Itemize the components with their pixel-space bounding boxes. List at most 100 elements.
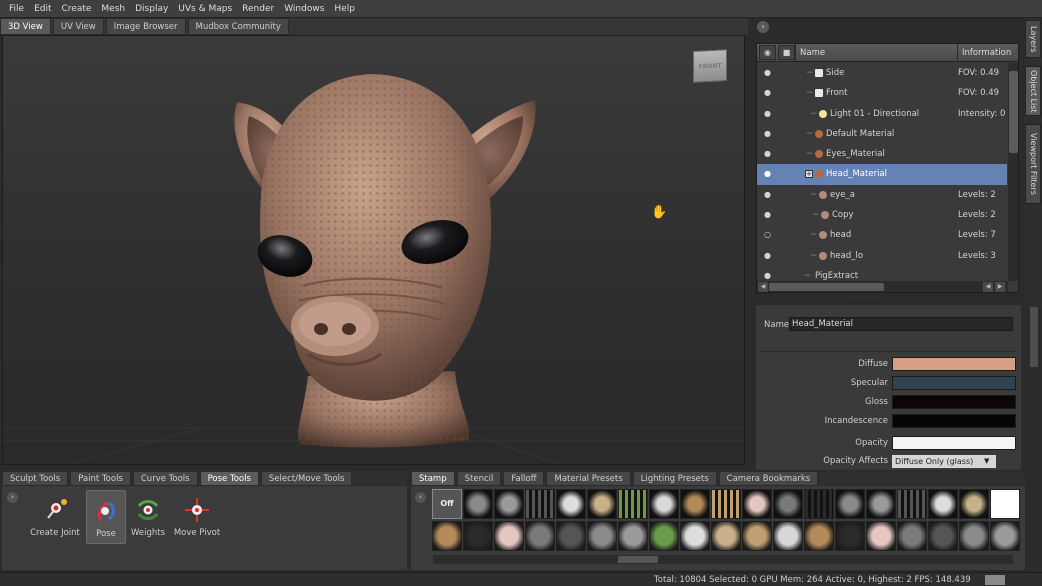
color-swatch[interactable]	[892, 414, 1016, 428]
menu-help[interactable]: Help	[329, 0, 360, 18]
object-list-vscrollbar[interactable]	[1008, 63, 1018, 281]
object-row[interactable]: ● ─ head_lo Levels: 3	[757, 246, 1007, 266]
collapse-tray-button[interactable]: ‹	[415, 492, 426, 503]
chevron-down-icon[interactable]: ▼	[984, 457, 989, 465]
color-swatch[interactable]	[892, 395, 1016, 409]
collapse-right-panel-button[interactable]: ›	[757, 21, 769, 33]
view-cube[interactable]: FRONT	[693, 49, 727, 83]
visibility-dot-icon[interactable]: ○	[764, 225, 771, 245]
tab-object-list[interactable]: Object List	[1025, 66, 1041, 116]
scroll-right-icon[interactable]: ▶	[995, 282, 1005, 292]
object-row[interactable]: ● ─ Front FOV: 0.49	[757, 83, 1007, 103]
stamp-thumbnail[interactable]	[866, 521, 896, 551]
stamp-thumbnail[interactable]	[587, 489, 617, 519]
pose-tool[interactable]: Pose	[86, 490, 126, 544]
menu-uvs-maps[interactable]: UVs & Maps	[173, 0, 237, 18]
stamp-thumbnail[interactable]	[587, 521, 617, 551]
stamp-thumbnail[interactable]	[866, 489, 896, 519]
stamp-thumbnail[interactable]	[897, 521, 927, 551]
stamp-thumbnail[interactable]	[773, 489, 803, 519]
stamp-thumbnail[interactable]	[742, 521, 772, 551]
stamp-thumbnail[interactable]	[525, 489, 555, 519]
collapse-tray-button[interactable]: ›	[7, 492, 18, 503]
tab-material-presets[interactable]: Material Presets	[546, 471, 631, 486]
color-swatch[interactable]	[892, 357, 1016, 371]
tab-curve-tools[interactable]: Curve Tools	[132, 471, 198, 486]
stamp-thumbnail[interactable]	[680, 521, 710, 551]
stamp-thumbnail[interactable]	[649, 521, 679, 551]
column-information[interactable]: Information	[957, 44, 1018, 62]
stamp-thumbnail[interactable]	[804, 489, 834, 519]
tab-select-move-tools[interactable]: Select/Move Tools	[260, 471, 353, 486]
tab-lighting-presets[interactable]: Lighting Presets	[632, 471, 717, 486]
visibility-dot-icon[interactable]: ●	[764, 164, 771, 184]
visibility-dot-icon[interactable]: ●	[764, 104, 771, 124]
stamp-thumbnail[interactable]	[990, 489, 1020, 519]
stamp-thumbnail[interactable]	[773, 521, 803, 551]
stamp-thumbnail[interactable]	[556, 489, 586, 519]
object-list-hscrollbar[interactable]: ◀ ◀ ▶	[757, 281, 1008, 292]
stamp-thumbnail[interactable]	[494, 489, 524, 519]
column-name[interactable]: Name	[795, 44, 957, 62]
stamp-thumbnail[interactable]	[618, 489, 648, 519]
stamp-thumbnail[interactable]	[959, 521, 989, 551]
opacity-affects-dropdown[interactable]: Diffuse Only (glass)	[892, 455, 996, 468]
object-row[interactable]: ● ─ Light 01 - Directional Intensity: 0.	[757, 104, 1007, 124]
tab-falloff[interactable]: Falloff	[503, 471, 545, 486]
tab-viewport-filters[interactable]: Viewport Filters	[1025, 124, 1041, 204]
menu-file[interactable]: File	[4, 0, 29, 18]
move-pivot-tool[interactable]: Move Pivot	[170, 490, 224, 544]
tab-pose-tools[interactable]: Pose Tools	[199, 471, 259, 486]
stamp-thumbnail[interactable]	[649, 489, 679, 519]
stamp-thumbnail[interactable]	[835, 489, 865, 519]
stamp-thumbnail[interactable]	[928, 489, 958, 519]
weights-tool[interactable]: Weights	[128, 490, 168, 544]
stamp-thumbnail[interactable]	[711, 489, 741, 519]
menu-edit[interactable]: Edit	[29, 0, 56, 18]
stamp-thumbnail[interactable]	[897, 489, 927, 519]
stamp-thumbnail[interactable]	[835, 521, 865, 551]
name-field[interactable]: Head_Material	[789, 317, 1013, 331]
stamp-thumbnail[interactable]	[680, 489, 710, 519]
stamp-thumbnail[interactable]	[494, 521, 524, 551]
object-row[interactable]: ●─+Head_Material	[757, 164, 1007, 185]
menu-mesh[interactable]: Mesh	[96, 0, 130, 18]
stamp-thumbnail[interactable]	[990, 521, 1020, 551]
stamp-thumbnail[interactable]	[432, 521, 462, 551]
create-joint-tool[interactable]: Create Joint	[28, 490, 82, 544]
color-swatch[interactable]	[892, 436, 1016, 450]
tab-3d-view[interactable]: 3D View	[0, 18, 51, 35]
menu-windows[interactable]: Windows	[279, 0, 329, 18]
tab-layers[interactable]: Layers	[1025, 20, 1041, 58]
tab-image-browser[interactable]: Image Browser	[105, 18, 186, 35]
3d-viewport[interactable]: FRONT ✋	[2, 35, 745, 465]
menu-create[interactable]: Create	[57, 0, 97, 18]
stamp-thumbnail[interactable]	[804, 521, 834, 551]
tab-camera-bookmarks[interactable]: Camera Bookmarks	[718, 471, 819, 486]
stamp-scrollbar[interactable]	[433, 555, 1013, 564]
visibility-dot-icon[interactable]: ●	[764, 185, 771, 205]
color-swatch[interactable]	[892, 376, 1016, 390]
object-row[interactable]: ○ ─ head Levels: 7	[757, 225, 1007, 245]
scroll-left-icon[interactable]: ◀	[758, 282, 768, 292]
object-row[interactable]: ● ─ Side FOV: 0.49	[757, 63, 1007, 83]
expand-icon[interactable]: +	[805, 170, 813, 179]
object-row[interactable]: ● ─ Copy Levels: 2	[757, 205, 1007, 225]
visibility-dot-icon[interactable]: ●	[764, 83, 771, 103]
eye-visibility-icon[interactable]: ◉	[759, 45, 776, 60]
stamp-thumbnail[interactable]	[463, 489, 493, 519]
stamp-thumbnail[interactable]	[711, 521, 741, 551]
panel-splitter[interactable]: · · · · · · · · · ·	[828, 296, 898, 302]
stamp-thumbnail[interactable]	[525, 521, 555, 551]
scroll-left-icon[interactable]: ◀	[983, 282, 993, 292]
stamp-off-button[interactable]: Off	[432, 489, 462, 519]
tab-paint-tools[interactable]: Paint Tools	[70, 471, 131, 486]
tab-sculpt-tools[interactable]: Sculpt Tools	[2, 471, 69, 486]
lock-icon[interactable]: ■	[778, 45, 795, 60]
stamp-thumbnail[interactable]	[556, 521, 586, 551]
menu-display[interactable]: Display	[130, 0, 173, 18]
visibility-dot-icon[interactable]: ●	[764, 246, 771, 266]
object-row[interactable]: ● ─ Default Material	[757, 124, 1007, 144]
stamp-thumbnail[interactable]	[463, 521, 493, 551]
tab-stencil[interactable]: Stencil	[456, 471, 502, 486]
